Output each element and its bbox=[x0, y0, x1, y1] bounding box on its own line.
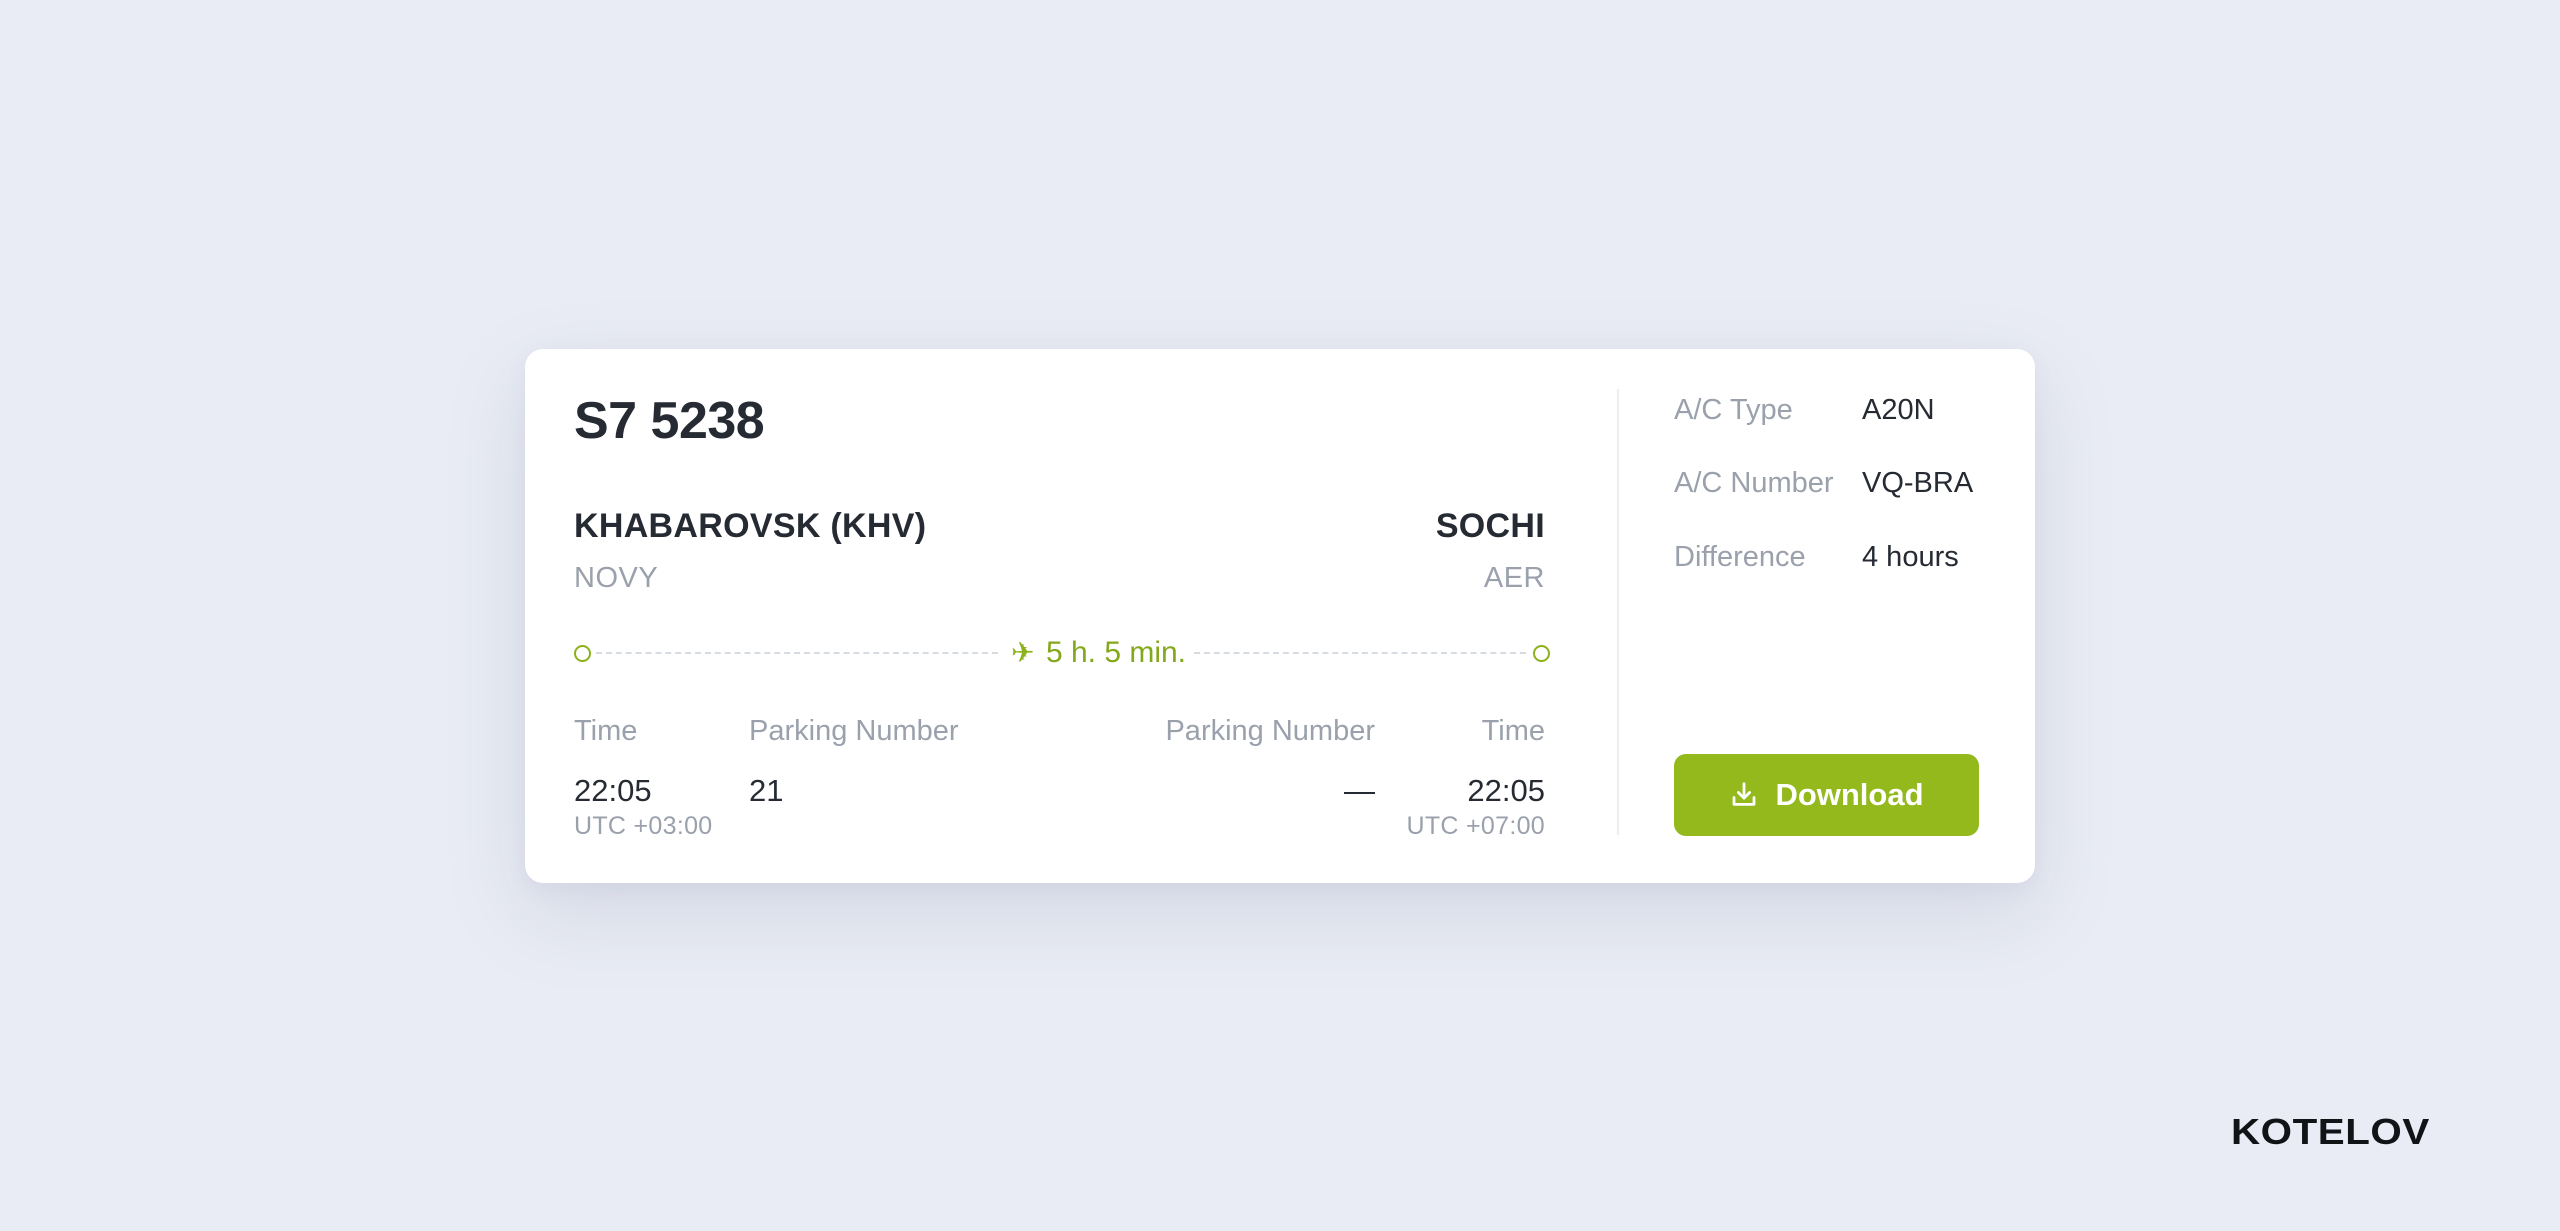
difference-label: Difference bbox=[1674, 541, 1806, 573]
arrival-parking-number: — bbox=[1344, 773, 1375, 808]
arrival-parking-label: Parking Number bbox=[1165, 715, 1375, 747]
flight-card: S7 5238 KHABAROVSK (KHV) SOCHI NOVY AER … bbox=[525, 349, 2035, 883]
ac-type-value: A20N bbox=[1862, 394, 1935, 426]
route-line: ✈ 5 h. 5 min. bbox=[574, 635, 1550, 671]
flight-duration: 5 h. 5 min. bbox=[1045, 636, 1187, 669]
departure-time: 22:05 bbox=[574, 773, 652, 808]
arrival-dot-icon bbox=[1533, 645, 1550, 662]
download-button-label: Download bbox=[1775, 777, 1924, 812]
brand-logo: KOTELOV bbox=[2231, 1111, 2430, 1152]
ac-number-label: A/C Number bbox=[1674, 467, 1834, 499]
departure-parking-number: 21 bbox=[749, 773, 784, 808]
download-icon bbox=[1729, 780, 1759, 810]
card-divider bbox=[1617, 389, 1619, 835]
route-dash-left bbox=[596, 652, 998, 654]
route-dash-right bbox=[1194, 652, 1526, 654]
flight-number: S7 5238 bbox=[574, 392, 765, 450]
arrival-city: SOCHI bbox=[1435, 507, 1545, 545]
plane-icon: ✈ bbox=[1011, 637, 1035, 668]
departure-parking-label: Parking Number bbox=[749, 715, 959, 747]
ac-type-label: A/C Type bbox=[1674, 394, 1793, 426]
ac-number-value: VQ-BRA bbox=[1862, 467, 1974, 499]
arrival-time-label: Time bbox=[1481, 715, 1545, 747]
difference-value: 4 hours bbox=[1862, 541, 1959, 573]
departure-time-label: Time bbox=[574, 715, 638, 747]
departure-timezone: UTC +03:00 bbox=[574, 812, 713, 840]
arrival-time: 22:05 bbox=[1467, 773, 1545, 808]
departure-city: KHABAROVSK (KHV) bbox=[574, 507, 927, 545]
download-button[interactable]: Download bbox=[1674, 754, 1979, 836]
arrival-timezone: UTC +07:00 bbox=[1406, 812, 1545, 840]
departure-airport: NOVY bbox=[574, 562, 659, 594]
page: S7 5238 KHABAROVSK (KHV) SOCHI NOVY AER … bbox=[0, 0, 2560, 1231]
departure-dot-icon bbox=[574, 645, 591, 662]
arrival-airport: AER bbox=[1483, 562, 1545, 594]
